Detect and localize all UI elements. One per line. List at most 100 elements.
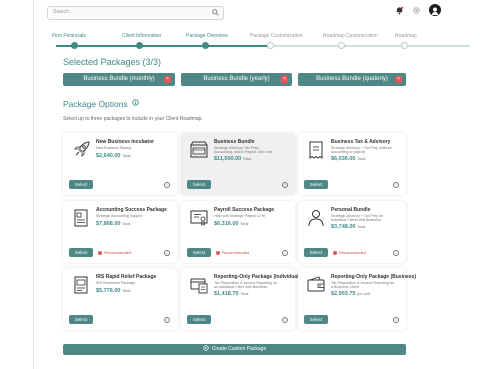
- progress-stepper: Firm Financials Client Information Packa…: [34, 30, 480, 52]
- selected-package-pill: Business Bundle (monthly) ×: [63, 73, 175, 86]
- package-price-value: $3,748.00: [331, 224, 356, 230]
- package-name: Business Bundle: [214, 139, 255, 145]
- package-description: Help with Strategic Payroll & HR: [214, 214, 266, 218]
- select-button[interactable]: Select: [187, 180, 211, 189]
- info-icon[interactable]: i: [282, 317, 288, 323]
- package-price-unit: Total: [357, 156, 366, 161]
- package-price-unit: Total: [242, 156, 252, 161]
- step-label-roadmap[interactable]: Roadmap: [395, 33, 417, 39]
- info-icon[interactable]: i: [282, 182, 288, 188]
- tax-document-icon: [74, 276, 88, 294]
- package-price: $6,316.00 Total: [214, 221, 248, 227]
- recommended-label: Recommended: [104, 250, 132, 255]
- package-description: Individual Clients that Business: [331, 218, 381, 222]
- create-custom-package-button[interactable]: Create Custom Package: [63, 344, 406, 355]
- card-receipt-icon: [190, 278, 208, 294]
- package-description: IRS Resolution Package: [96, 281, 135, 285]
- package-price-value: $2,640.00: [96, 153, 121, 159]
- package-price-value: $11,500.00: [214, 156, 242, 162]
- package-price-value: $1,418.75: [214, 291, 239, 297]
- package-price-value: $2,993.75: [331, 291, 356, 297]
- step-label-client-information[interactable]: Client Information: [122, 33, 161, 39]
- storefront-icon: [190, 141, 208, 158]
- selected-package-pill: Business Bundle (yearly) ×: [181, 73, 292, 86]
- recommended-badge: Recommended: [333, 250, 366, 255]
- search-placeholder: Search...: [53, 9, 74, 15]
- notification-icon[interactable]: [395, 6, 404, 15]
- recommended-label: Recommended: [222, 250, 250, 255]
- plus-circle-icon: [203, 344, 209, 351]
- selected-package-label: Business Bundle (monthly): [83, 76, 155, 82]
- package-card: Accounting Success Package Strategic Acc…: [63, 201, 177, 263]
- step-dot-package-overview: [202, 42, 209, 49]
- select-button[interactable]: Select: [69, 180, 93, 189]
- user-avatar[interactable]: [429, 4, 441, 16]
- package-name: Payroll Success Package: [214, 207, 275, 213]
- info-icon[interactable]: [132, 99, 139, 106]
- select-button[interactable]: Select: [69, 315, 93, 324]
- document-icon: [74, 209, 88, 227]
- receipt-icon: [309, 141, 323, 159]
- package-card: New Business Incubator New Business Star…: [63, 133, 177, 195]
- info-icon[interactable]: i: [282, 250, 288, 256]
- package-description: Strategic Accounting Support: [96, 214, 143, 218]
- selected-package-pill: Business Bundle (quaterly) ×: [298, 73, 406, 86]
- recommended-label: Recommended: [339, 250, 367, 255]
- info-icon[interactable]: i: [164, 182, 170, 188]
- package-price-unit: Total: [240, 221, 249, 226]
- package-price: $2,993.75 per unit: [331, 291, 370, 297]
- progress-track-done: [56, 45, 270, 47]
- step-label-package-overview[interactable]: Package Overview: [186, 33, 228, 39]
- remove-icon[interactable]: ×: [395, 76, 402, 83]
- package-name: Accounting Success Package: [96, 207, 167, 213]
- step-dot-roadmap: [401, 42, 408, 49]
- package-price-unit: Total: [122, 221, 131, 226]
- package-card: Reporting-Only Package (Business) Tax Pr…: [298, 268, 416, 330]
- package-name: IRS Rapid Relief Package: [96, 274, 157, 280]
- select-button[interactable]: Select: [69, 248, 93, 257]
- info-icon[interactable]: i: [393, 250, 399, 256]
- step-label-firm-financials[interactable]: Firm Financials: [52, 33, 86, 39]
- package-price: $6,036.00 Total: [331, 156, 365, 162]
- remove-icon[interactable]: ×: [164, 76, 171, 83]
- select-button[interactable]: Select: [304, 180, 328, 189]
- selected-package-label: Business Bundle (yearly): [203, 76, 270, 82]
- package-options-title-text: Package Options: [63, 99, 128, 109]
- package-name: Reporting-Only Package (Business): [331, 274, 417, 280]
- package-name: Business Tax & Advisory: [331, 139, 391, 145]
- step-label-roadmap-customization[interactable]: Roadmap Customization: [323, 33, 378, 39]
- package-description: a Business Client: [331, 285, 359, 289]
- create-custom-package-label: Create Custom Package: [211, 346, 267, 352]
- settings-icon[interactable]: [412, 6, 421, 15]
- package-price-unit: Total: [357, 224, 366, 229]
- top-bar: Search...: [34, 0, 480, 26]
- select-button[interactable]: Select: [304, 248, 328, 257]
- info-icon[interactable]: i: [164, 250, 170, 256]
- recommended-dot-icon: [98, 250, 102, 255]
- step-dot-package-customization: [267, 42, 274, 49]
- select-button[interactable]: Select: [304, 315, 328, 324]
- package-card: IRS Rapid Relief Package IRS Resolution …: [63, 268, 177, 330]
- package-options-subtitle: Select up to three packages to include i…: [63, 116, 203, 122]
- step-dot-roadmap-customization: [338, 42, 345, 49]
- info-icon[interactable]: i: [393, 182, 399, 188]
- package-card: Personal Bundle Strategic Advisory + Tax…: [298, 201, 406, 263]
- select-button[interactable]: Select: [187, 248, 211, 257]
- step-label-package-customization[interactable]: Package Customization: [250, 33, 303, 39]
- search-input[interactable]: Search...: [47, 6, 224, 20]
- step-dot-firm-financials: [71, 42, 78, 49]
- package-price-value: $5,776.00: [96, 288, 121, 294]
- info-icon[interactable]: i: [164, 317, 170, 323]
- info-icon[interactable]: i: [393, 317, 399, 323]
- package-price: $1,418.75 Total: [214, 291, 248, 297]
- certificate-icon: [190, 210, 208, 226]
- package-price-value: $6,036.00: [331, 156, 356, 162]
- package-name: Reporting-Only Package (Individual): [214, 274, 301, 280]
- package-description: New Business Startup: [96, 146, 132, 150]
- sidebar-divider: [33, 0, 34, 369]
- remove-icon[interactable]: ×: [281, 76, 288, 83]
- package-price: $7,868.00 Total: [96, 221, 130, 227]
- recommended-badge: Recommended: [98, 250, 131, 255]
- select-button[interactable]: Select: [187, 315, 211, 324]
- package-card: Business Tax & Advisory Strategic Adviso…: [298, 133, 406, 195]
